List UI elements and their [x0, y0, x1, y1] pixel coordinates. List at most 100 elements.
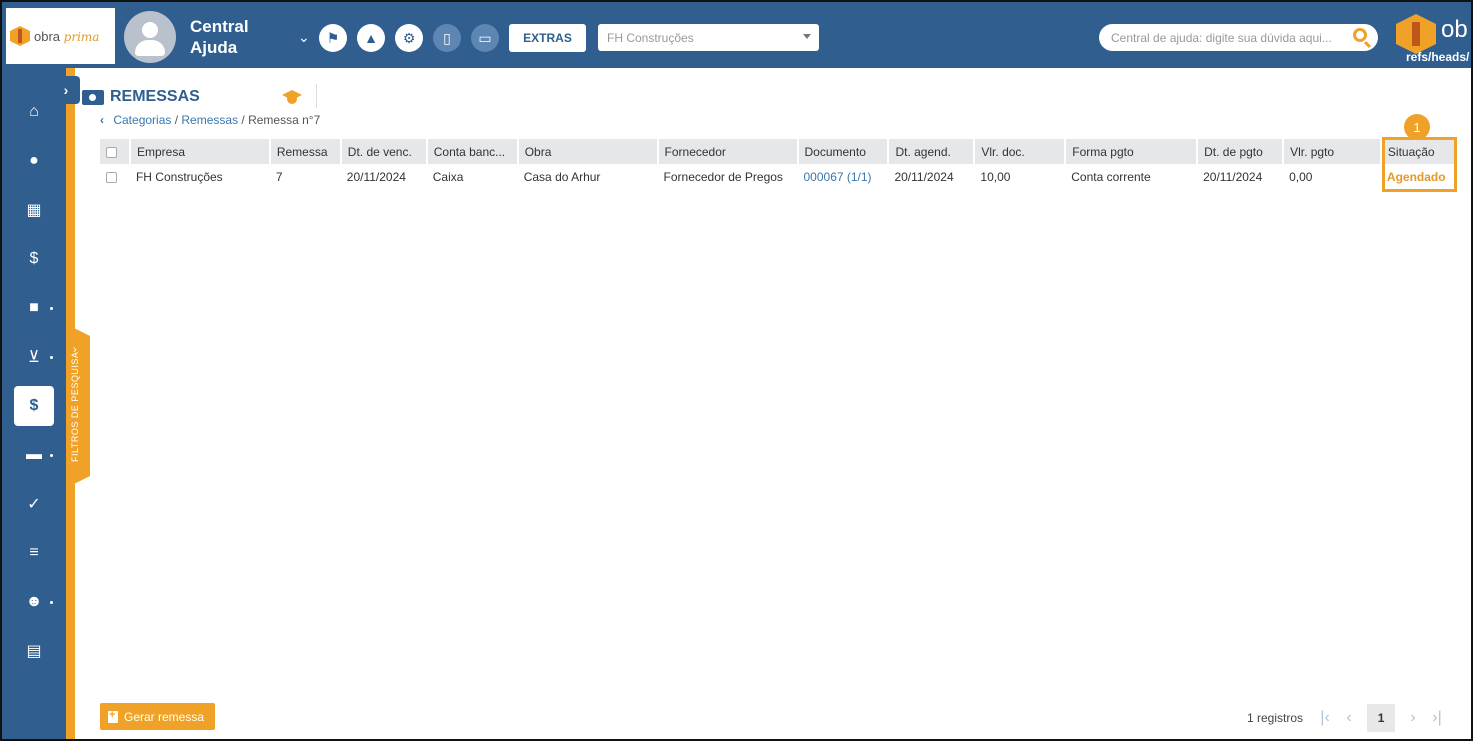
col-header-forma-pgto[interactable]: Forma pgto: [1065, 139, 1199, 164]
user-avatar[interactable]: [124, 11, 176, 63]
search-icon[interactable]: [1353, 28, 1367, 42]
page-title: REMESSAS: [82, 88, 200, 106]
dollar-icon: $: [29, 397, 39, 414]
cell-forma-pgto: Conta corrente: [1071, 169, 1151, 184]
filter-panel-label[interactable]: FILTROS DE PESQUISA: [70, 352, 80, 462]
document-link[interactable]: 000067 (1/1): [804, 170, 872, 184]
flag-icon[interactable]: ⚑: [319, 24, 347, 52]
sidebar-item-finance[interactable]: $: [14, 386, 54, 426]
logo-hex-icon: [10, 26, 30, 46]
col-header-dt-pgto[interactable]: Dt. de pgto: [1197, 139, 1285, 164]
chevron-down-icon[interactable]: ⌄: [298, 29, 310, 46]
invoice-icon: $: [29, 250, 39, 267]
mobile-icon[interactable]: ▯: [433, 24, 461, 52]
gerar-remessa-button[interactable]: Gerar remessa: [100, 703, 215, 730]
sidebar-item-reports[interactable]: ▤: [14, 631, 54, 671]
col-header-vlr-pgto[interactable]: Vlr. pgto: [1283, 139, 1382, 164]
users-icon: ☻: [25, 593, 43, 610]
home-icon: ⌂: [29, 103, 39, 120]
col-header-dt-agend[interactable]: Dt. agend.: [888, 139, 976, 164]
breadcrumb-categorias[interactable]: Categorias: [113, 113, 171, 127]
col-header-obra[interactable]: Obra: [517, 139, 659, 164]
current-page[interactable]: 1: [1367, 704, 1396, 732]
refs-label: refs/heads/: [1406, 50, 1470, 64]
sidebar-item-tasks[interactable]: ≡: [14, 533, 54, 573]
table-row[interactable]: FH Construções 7 20/11/2024 Caixa Casa d…: [100, 164, 1455, 189]
document-icon: ▤: [26, 643, 42, 660]
cell-dt-pgto: 20/11/2024: [1203, 169, 1263, 184]
user-icon: ●: [29, 152, 39, 169]
cell-remessa: 7: [275, 169, 283, 184]
brand-text: ob: [1441, 16, 1468, 43]
last-page-icon[interactable]: ›|: [1425, 705, 1449, 731]
select-all-cell[interactable]: [100, 139, 131, 164]
file-check-icon: ✓: [27, 496, 41, 513]
sidebar-expand-button[interactable]: ›: [52, 76, 80, 104]
app-logo[interactable]: obra prima: [6, 8, 115, 64]
user-name[interactable]: Central Ajuda: [190, 16, 270, 58]
select-all-checkbox[interactable]: [106, 146, 117, 158]
sidebar-item-buildings[interactable]: ▦: [14, 190, 54, 230]
sidebar-item-users[interactable]: ●: [14, 141, 54, 181]
sidebar-item-delivery[interactable]: ■: [14, 288, 54, 328]
cell-documento: 000067 (1/1): [798, 164, 889, 189]
caret-down-icon: [803, 34, 811, 39]
chevron-right-icon: ›: [63, 82, 69, 98]
logo-text: obra: [34, 28, 61, 44]
desktop-icon[interactable]: ▭: [471, 24, 499, 52]
help-search-input[interactable]: Central de ajuda: digite sua dúvida aqui…: [1099, 24, 1378, 51]
building-icon: ▦: [26, 202, 42, 219]
col-header-remessa[interactable]: Remessa: [269, 139, 342, 164]
cell-vlr-pgto: 0,00: [1289, 169, 1313, 184]
sidebar-item-invoices[interactable]: $: [14, 239, 54, 279]
cell-dt-agend: 20/11/2024: [894, 169, 954, 184]
title-divider: [316, 84, 317, 108]
cell-dt-venc: 20/11/2024: [346, 169, 406, 184]
company-select-value: FH Construções: [607, 30, 694, 45]
cell-obra: Casa do Arhur: [523, 169, 601, 184]
sidebar-item-purchases[interactable]: ⊻: [14, 337, 54, 377]
sidebar-item-inventory[interactable]: ▬: [14, 435, 54, 475]
pagination: 1 registros |‹ ‹ 1 › ›|: [1247, 704, 1449, 732]
table-header-row: Empresa Remessa Dt. de venc. Conta banc.…: [100, 139, 1457, 164]
cell-vlr-doc: 10,00: [980, 169, 1011, 184]
next-page-icon[interactable]: ›: [1401, 705, 1425, 731]
sidebar: ⌂ ● ▦ $ ■ ⊻ $ ▬ ✓ ≡ ☻ ▤: [2, 68, 66, 739]
col-header-vlr-doc[interactable]: Vlr. doc.: [974, 139, 1067, 164]
chevron-left-icon[interactable]: ‹: [100, 113, 104, 127]
graduation-cap-icon[interactable]: ▲: [357, 24, 385, 52]
tutorial-cap-icon[interactable]: [282, 90, 302, 106]
archive-icon: ▬: [26, 446, 42, 463]
logo-accent-text: prima: [63, 29, 100, 44]
top-navbar: obra prima Central Ajuda ⌄ ⚑ ▲ ⚙ ▯ ▭ EXT…: [2, 2, 1471, 68]
sidebar-item-approvals[interactable]: ✓: [14, 484, 54, 524]
row-checkbox[interactable]: [106, 171, 117, 183]
highlight-box: [1382, 137, 1457, 192]
first-page-icon[interactable]: |‹: [1313, 705, 1337, 731]
breadcrumb-remessas[interactable]: Remessas: [181, 113, 238, 127]
col-header-dt-venc[interactable]: Dt. de venc.: [340, 139, 428, 164]
gear-icon[interactable]: ⚙: [395, 24, 423, 52]
breadcrumb-current: Remessa n°7: [248, 113, 321, 127]
extras-button[interactable]: EXTRAS: [509, 24, 586, 52]
sidebar-item-home[interactable]: ⌂: [14, 92, 54, 132]
prev-page-icon[interactable]: ‹: [1337, 705, 1361, 731]
gerar-remessa-label: Gerar remessa: [124, 709, 205, 724]
file-plus-icon: [108, 709, 118, 723]
cart-icon: ⊻: [28, 349, 40, 366]
money-icon: [82, 89, 104, 105]
cell-empresa: FH Construções: [135, 169, 223, 184]
col-header-fornecedor[interactable]: Fornecedor: [657, 139, 799, 164]
col-header-empresa[interactable]: Empresa: [129, 139, 271, 164]
sidebar-item-team[interactable]: ☻: [14, 582, 54, 622]
help-search-placeholder: Central de ajuda: digite sua dúvida aqui…: [1111, 30, 1332, 45]
col-header-documento[interactable]: Documento: [797, 139, 890, 164]
breadcrumb: ‹ Categorias / Remessas / Remessa n°7: [100, 113, 321, 127]
checklist-icon: ≡: [29, 544, 39, 561]
row-select-cell[interactable]: [100, 164, 130, 189]
company-select[interactable]: FH Construções: [598, 24, 819, 51]
cell-conta-banc: Caixa: [432, 169, 464, 184]
cell-fornecedor: Fornecedor de Pregos: [663, 169, 783, 184]
step-marker: 1: [1404, 114, 1430, 140]
col-header-conta-banc[interactable]: Conta banc...: [426, 139, 519, 164]
